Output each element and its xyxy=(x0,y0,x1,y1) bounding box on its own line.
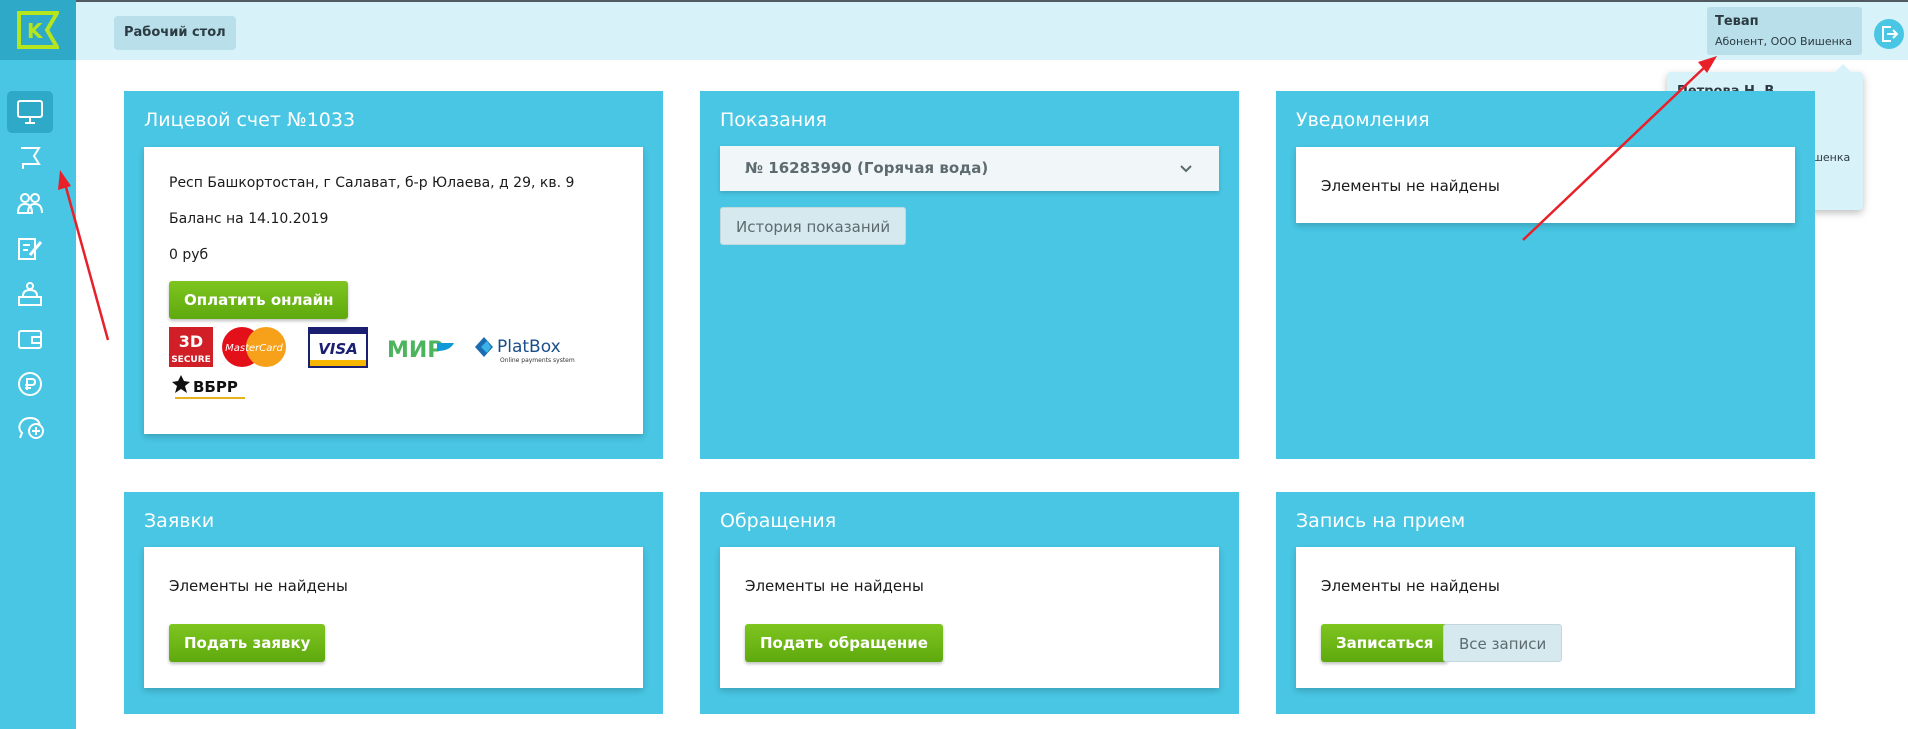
account-card: Лицевой счет №1033 Респ Башкортостан, г … xyxy=(124,91,663,459)
requests-title: Заявки xyxy=(144,510,215,532)
sidebar: K xyxy=(0,0,76,729)
readings-title: Показания xyxy=(720,109,827,131)
edit-icon xyxy=(18,238,43,260)
breadcrumb-desktop[interactable]: Рабочий стол xyxy=(114,16,236,50)
empty-message: Элементы не найдены xyxy=(1321,577,1500,595)
notifications-card: Уведомления Элементы не найдены xyxy=(1276,91,1815,459)
mastercard-logo: MasterCard xyxy=(222,327,286,367)
top-bar: Рабочий стол Тевап Абонент, ООО Вишенка xyxy=(76,0,1908,60)
empty-message: Элементы не найдены xyxy=(1321,177,1500,195)
appointment-title: Запись на прием xyxy=(1296,510,1466,532)
notifications-title: Уведомления xyxy=(1296,109,1430,131)
requests-body: Элементы не найдены Подать заявку xyxy=(144,547,643,688)
sidebar-item-new-chat[interactable] xyxy=(7,408,53,450)
empty-message: Элементы не найдены xyxy=(745,577,924,595)
balance-value: 0 руб xyxy=(169,247,209,263)
payment-logos: 3D SECURE MasterCard VISA МИР PlatBox On… xyxy=(169,326,649,417)
all-appointments-button[interactable]: Все записи xyxy=(1443,624,1563,662)
appeals-body: Элементы не найдены Подать обращение xyxy=(720,547,1219,688)
appeals-title: Обращения xyxy=(720,510,837,532)
mir-logo: МИР xyxy=(387,338,454,363)
sidebar-item-desktop[interactable] xyxy=(7,91,53,133)
appointment-body: Элементы не найдены Записаться Все запис… xyxy=(1296,547,1795,688)
platbox-logo: PlatBox Online payments system xyxy=(475,337,575,364)
people-icon xyxy=(16,193,43,214)
meter-select[interactable]: № 16283990 (Горячая вода) xyxy=(720,146,1219,191)
user-name: Тевап xyxy=(1715,14,1759,29)
svg-text:Online payments system: Online payments system xyxy=(500,357,575,364)
wallet-icon xyxy=(18,330,42,349)
logout-button[interactable] xyxy=(1874,19,1904,49)
balance-label: Баланс на 14.10.2019 xyxy=(169,211,329,227)
svg-text:SECURE: SECURE xyxy=(171,355,211,365)
meter-select-value: № 16283990 (Горячая вода) xyxy=(745,159,989,177)
book-appointment-button[interactable]: Записаться xyxy=(1321,624,1449,662)
notifications-body: Элементы не найдены xyxy=(1296,147,1795,223)
svg-text:VISA: VISA xyxy=(318,340,358,358)
svg-text:МИР: МИР xyxy=(387,338,443,363)
sidebar-item-flag[interactable] xyxy=(7,137,53,179)
svg-text:MasterCard: MasterCard xyxy=(225,343,283,354)
sidebar-item-edit[interactable] xyxy=(7,228,53,270)
account-title: Лицевой счет №1033 xyxy=(144,109,356,131)
history-button[interactable]: История показаний xyxy=(720,207,907,245)
submit-appeal-button[interactable]: Подать обращение xyxy=(745,624,943,662)
coin-icon xyxy=(18,372,42,396)
sidebar-item-reception[interactable] xyxy=(7,273,53,315)
sidebar-item-people[interactable] xyxy=(7,182,53,224)
submit-request-button[interactable]: Подать заявку xyxy=(169,624,326,662)
empty-message: Элементы не найдены xyxy=(169,577,348,595)
pay-online-button[interactable]: Оплатить онлайн xyxy=(169,281,349,319)
account-address: Респ Башкортостан, г Салават, б-р Юлаева… xyxy=(169,175,575,191)
vbrr-logo: ВБРР xyxy=(172,375,245,399)
logout-icon xyxy=(1882,26,1899,42)
user-menu[interactable]: Тевап Абонент, ООО Вишенка xyxy=(1707,7,1862,55)
logo-icon: K xyxy=(17,11,59,49)
chat-add-icon xyxy=(18,416,44,439)
chevron-down-icon xyxy=(1180,165,1192,173)
3d-secure-logo: 3D SECURE xyxy=(169,327,213,367)
svg-text:PlatBox: PlatBox xyxy=(497,337,561,357)
desktop-icon xyxy=(17,100,43,124)
svg-text:3D: 3D xyxy=(179,332,203,351)
appeals-card: Обращения Элементы не найдены Подать обр… xyxy=(700,492,1239,714)
sidebar-item-payments[interactable] xyxy=(7,363,53,405)
visa-logo: VISA xyxy=(308,326,368,368)
reception-icon xyxy=(18,282,42,306)
app-logo[interactable]: K xyxy=(0,0,76,60)
account-card-body: Респ Башкортостан, г Салават, б-р Юлаева… xyxy=(144,147,643,434)
readings-card: Показания № 16283990 (Горячая вода) Исто… xyxy=(700,91,1239,459)
user-role: Абонент, ООО Вишенка xyxy=(1715,35,1853,48)
svg-text:K: K xyxy=(27,19,44,43)
svg-text:ВБРР: ВБРР xyxy=(193,378,238,396)
appointment-card: Запись на прием Элементы не найдены Запи… xyxy=(1276,492,1815,714)
sidebar-item-wallet[interactable] xyxy=(7,318,53,360)
flag-icon xyxy=(21,147,41,169)
requests-card: Заявки Элементы не найдены Подать заявку xyxy=(124,492,663,714)
